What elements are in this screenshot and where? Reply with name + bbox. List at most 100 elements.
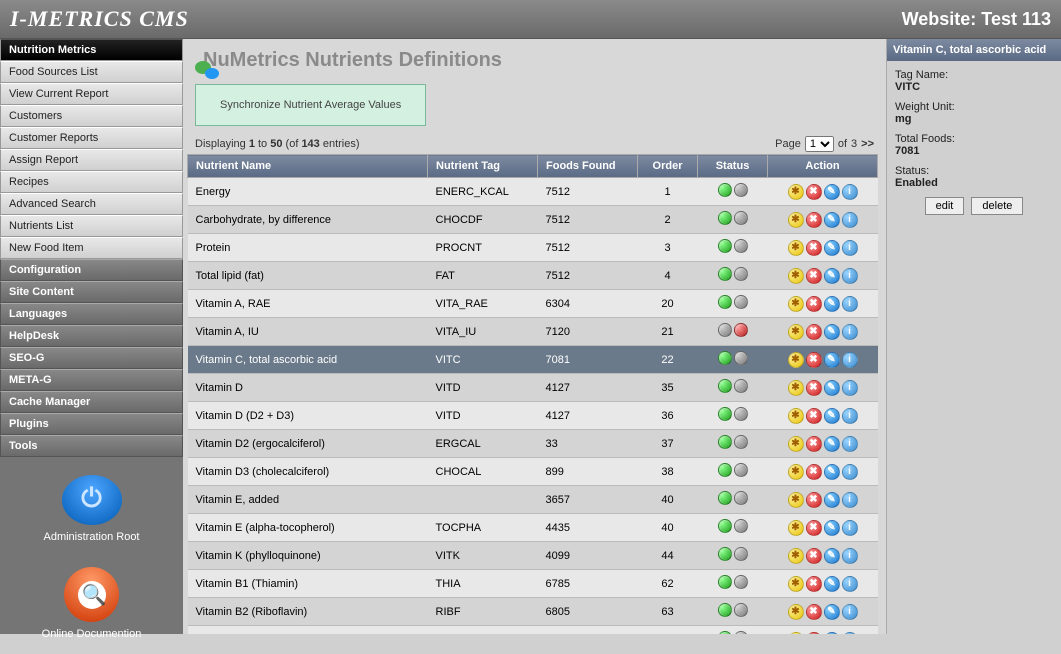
edit-icon[interactable]: ✎: [824, 296, 840, 312]
table-row[interactable]: Vitamin B3 (Niacin)NIA677864✱✖✎i: [188, 626, 878, 635]
edit-icon[interactable]: ✎: [824, 520, 840, 536]
col-action[interactable]: Action: [768, 155, 878, 178]
gear-icon[interactable]: ✱: [788, 436, 804, 452]
table-row[interactable]: Vitamin D (D2 + D3)VITD412736✱✖✎i: [188, 402, 878, 430]
table-row[interactable]: Vitamin C, total ascorbic acidVITC708122…: [188, 346, 878, 374]
gear-icon[interactable]: ✱: [788, 296, 804, 312]
sidebar-nutrition-metrics[interactable]: Nutrition Metrics: [0, 39, 183, 61]
table-row[interactable]: Vitamin B2 (Riboflavin)RIBF680563✱✖✎i: [188, 598, 878, 626]
info-icon[interactable]: i: [842, 268, 858, 284]
edit-icon[interactable]: ✎: [824, 576, 840, 592]
info-icon[interactable]: i: [842, 576, 858, 592]
delete-icon[interactable]: ✖: [806, 324, 822, 340]
table-row[interactable]: Vitamin A, RAEVITA_RAE630420✱✖✎i: [188, 290, 878, 318]
col-order[interactable]: Order: [638, 155, 698, 178]
delete-icon[interactable]: ✖: [806, 380, 822, 396]
edit-icon[interactable]: ✎: [824, 548, 840, 564]
gear-icon[interactable]: ✱: [788, 268, 804, 284]
sidebar-new-food-item[interactable]: New Food Item: [0, 237, 183, 259]
delete-icon[interactable]: ✖: [806, 184, 822, 200]
col-nutrient-tag[interactable]: Nutrient Tag: [428, 155, 538, 178]
table-row[interactable]: Vitamin E, added365740✱✖✎i: [188, 486, 878, 514]
gear-icon[interactable]: ✱: [788, 212, 804, 228]
sidebar-cache-manager[interactable]: Cache Manager: [0, 391, 183, 413]
admin-root-link[interactable]: Administration Root: [0, 465, 183, 557]
sidebar-view-current-report[interactable]: View Current Report: [0, 83, 183, 105]
status-toggle[interactable]: [718, 435, 748, 449]
gear-icon[interactable]: ✱: [788, 380, 804, 396]
online-doc-link[interactable]: Online Documention: [0, 557, 183, 654]
gear-icon[interactable]: ✱: [788, 548, 804, 564]
table-row[interactable]: Vitamin DVITD412735✱✖✎i: [188, 374, 878, 402]
status-toggle[interactable]: [718, 323, 748, 337]
gear-icon[interactable]: ✱: [788, 464, 804, 480]
info-icon[interactable]: i: [842, 436, 858, 452]
sidebar-nutrients-list[interactable]: Nutrients List: [0, 215, 183, 237]
sidebar-customers[interactable]: Customers: [0, 105, 183, 127]
sidebar-food-sources-list[interactable]: Food Sources List: [0, 61, 183, 83]
info-icon[interactable]: i: [842, 184, 858, 200]
delete-icon[interactable]: ✖: [806, 632, 822, 635]
gear-icon[interactable]: ✱: [788, 632, 804, 635]
info-icon[interactable]: i: [842, 380, 858, 396]
table-row[interactable]: Vitamin D2 (ergocalciferol)ERGCAL3337✱✖✎…: [188, 430, 878, 458]
edit-icon[interactable]: ✎: [824, 632, 840, 635]
status-toggle[interactable]: [718, 547, 748, 561]
col-nutrient-name[interactable]: Nutrient Name: [188, 155, 428, 178]
sidebar-languages[interactable]: Languages: [0, 303, 183, 325]
delete-icon[interactable]: ✖: [806, 268, 822, 284]
delete-button[interactable]: delete: [971, 197, 1023, 215]
sidebar-site-content[interactable]: Site Content: [0, 281, 183, 303]
sidebar-advanced-search[interactable]: Advanced Search: [0, 193, 183, 215]
table-row[interactable]: Total lipid (fat)FAT75124✱✖✎i: [188, 262, 878, 290]
status-toggle[interactable]: [718, 295, 748, 309]
status-toggle[interactable]: [718, 183, 748, 197]
gear-icon[interactable]: ✱: [788, 240, 804, 256]
table-row[interactable]: Vitamin E (alpha-tocopherol)TOCPHA443540…: [188, 514, 878, 542]
info-icon[interactable]: i: [842, 408, 858, 424]
status-toggle[interactable]: [718, 239, 748, 253]
edit-icon[interactable]: ✎: [824, 492, 840, 508]
status-toggle[interactable]: [718, 379, 748, 393]
edit-icon[interactable]: ✎: [824, 436, 840, 452]
table-row[interactable]: EnergyENERC_KCAL75121✱✖✎i: [188, 178, 878, 206]
sidebar-seo-g[interactable]: SEO-G: [0, 347, 183, 369]
col-foods-found[interactable]: Foods Found: [538, 155, 638, 178]
table-row[interactable]: Vitamin B1 (Thiamin)THIA678562✱✖✎i: [188, 570, 878, 598]
sidebar-helpdesk[interactable]: HelpDesk: [0, 325, 183, 347]
sync-nutrient-button[interactable]: Synchronize Nutrient Average Values: [195, 84, 426, 126]
sidebar-customer-reports[interactable]: Customer Reports: [0, 127, 183, 149]
status-toggle[interactable]: [718, 463, 748, 477]
table-row[interactable]: Carbohydrate, by differenceCHOCDF75122✱✖…: [188, 206, 878, 234]
gear-icon[interactable]: ✱: [788, 520, 804, 536]
sidebar-assign-report[interactable]: Assign Report: [0, 149, 183, 171]
delete-icon[interactable]: ✖: [806, 464, 822, 480]
edit-icon[interactable]: ✎: [824, 184, 840, 200]
info-icon[interactable]: i: [842, 604, 858, 620]
delete-icon[interactable]: ✖: [806, 520, 822, 536]
table-row[interactable]: Vitamin A, IUVITA_IU712021✱✖✎i: [188, 318, 878, 346]
delete-icon[interactable]: ✖: [806, 212, 822, 228]
delete-icon[interactable]: ✖: [806, 408, 822, 424]
info-icon[interactable]: i: [842, 548, 858, 564]
status-toggle[interactable]: [718, 519, 748, 533]
gear-icon[interactable]: ✱: [788, 184, 804, 200]
status-toggle[interactable]: [718, 407, 748, 421]
sidebar-recipes[interactable]: Recipes: [0, 171, 183, 193]
sidebar-meta-g[interactable]: META-G: [0, 369, 183, 391]
info-icon[interactable]: i: [842, 520, 858, 536]
gear-icon[interactable]: ✱: [788, 408, 804, 424]
sidebar-plugins[interactable]: Plugins: [0, 413, 183, 435]
status-toggle[interactable]: [718, 267, 748, 281]
status-toggle[interactable]: [718, 631, 748, 634]
gear-icon[interactable]: ✱: [788, 576, 804, 592]
edit-icon[interactable]: ✎: [824, 464, 840, 480]
edit-icon[interactable]: ✎: [824, 352, 840, 368]
gear-icon[interactable]: ✱: [788, 492, 804, 508]
info-icon[interactable]: i: [842, 464, 858, 480]
info-icon[interactable]: i: [842, 632, 858, 635]
info-icon[interactable]: i: [842, 296, 858, 312]
col-status[interactable]: Status: [698, 155, 768, 178]
sidebar-tools[interactable]: Tools: [0, 435, 183, 457]
delete-icon[interactable]: ✖: [806, 548, 822, 564]
